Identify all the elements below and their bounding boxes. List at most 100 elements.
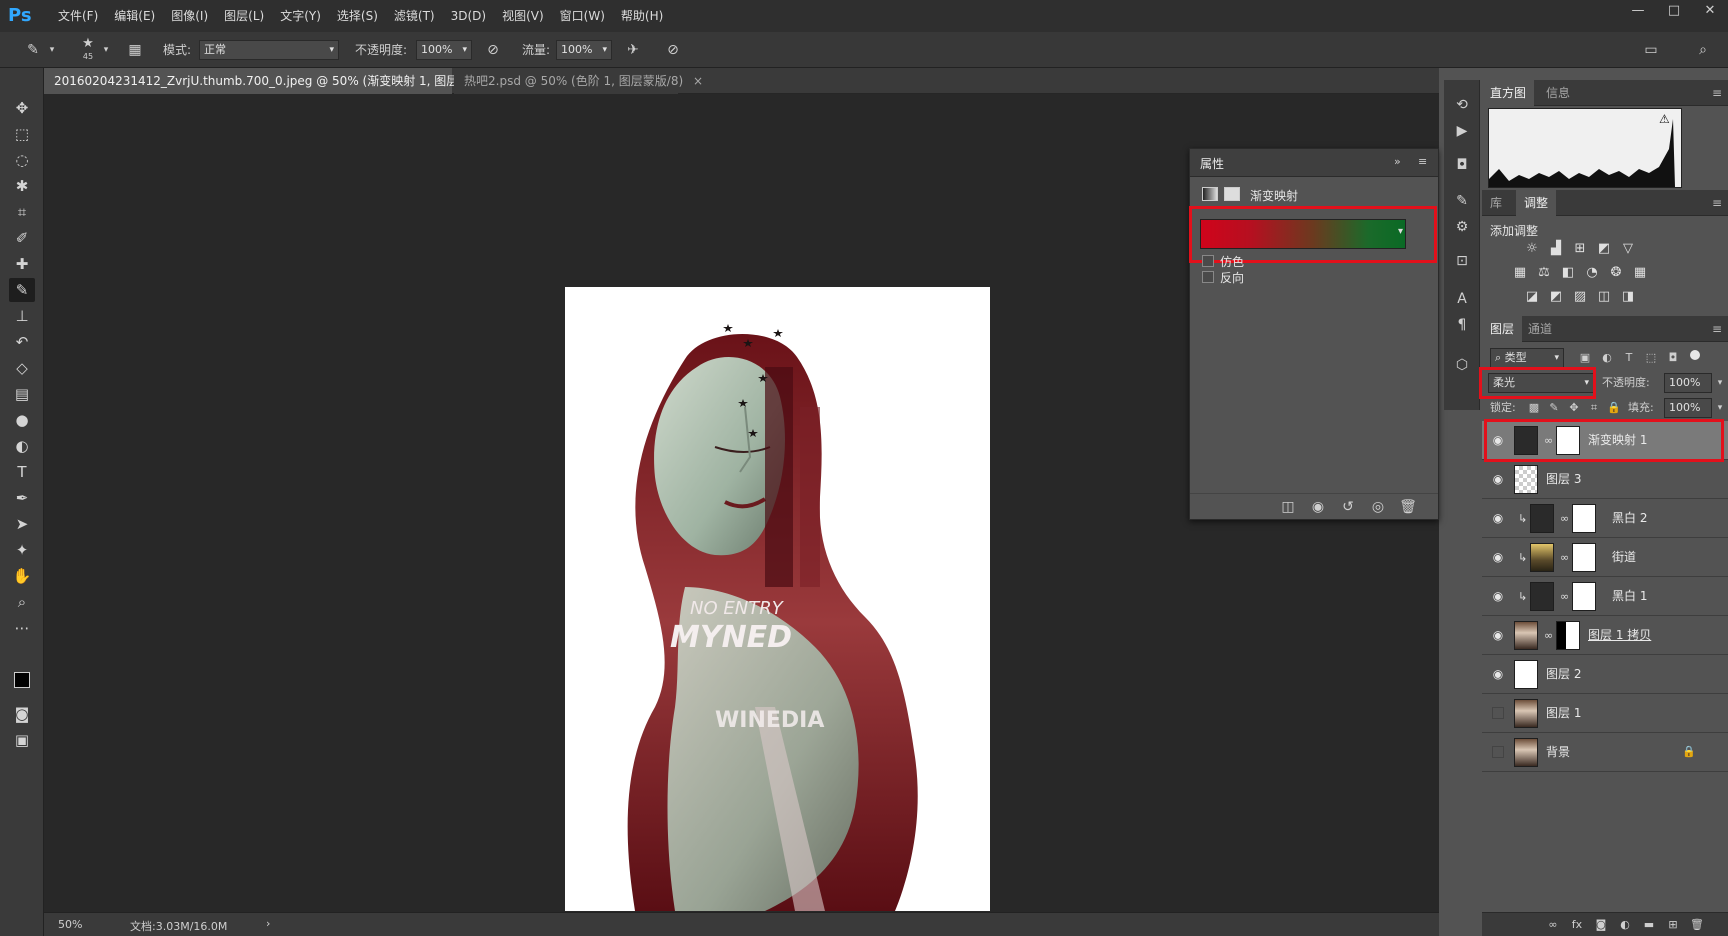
healing-brush-tool-icon[interactable]: ✚: [9, 252, 35, 276]
eye-hidden-icon[interactable]: [1492, 707, 1504, 719]
posterize-icon[interactable]: ◩: [1546, 288, 1566, 306]
dodge-tool-icon[interactable]: ◐: [9, 434, 35, 458]
airbrush-icon[interactable]: ✈: [622, 40, 644, 60]
chevron-down-icon[interactable]: ▾: [46, 40, 58, 60]
vibrance-icon[interactable]: ▽: [1618, 240, 1638, 258]
close-window-button[interactable]: ✕: [1692, 0, 1728, 24]
brightness-icon[interactable]: ☼: [1522, 240, 1542, 258]
trash-icon[interactable]: 🗑: [1398, 497, 1418, 517]
dither-checkbox[interactable]: [1202, 255, 1214, 267]
tab-layers[interactable]: 图层: [1482, 316, 1523, 342]
brush-panel-toggle-icon[interactable]: ▦: [124, 40, 146, 60]
brush-panel-icon[interactable]: ✎: [1450, 190, 1474, 212]
layer-filter-select[interactable]: ⌕ 类型 ▾: [1490, 348, 1564, 368]
eraser-tool-icon[interactable]: ◇: [9, 356, 35, 380]
3d-icon[interactable]: ⬡: [1450, 354, 1474, 376]
eye-hidden-icon[interactable]: [1492, 746, 1504, 758]
brush-presets-icon[interactable]: ⚙: [1450, 216, 1474, 238]
new-layer-icon[interactable]: ⊞: [1664, 915, 1682, 935]
minimize-button[interactable]: —: [1620, 0, 1656, 24]
text-tool-icon[interactable]: T: [9, 460, 35, 484]
layer-name[interactable]: 图层 1 拷贝: [1588, 616, 1651, 655]
levels-icon[interactable]: ▟: [1546, 240, 1566, 258]
eye-icon[interactable]: ◉: [1490, 667, 1506, 681]
chevron-down-icon[interactable]: ▾: [100, 40, 112, 60]
mask-thumbnail[interactable]: [1572, 543, 1596, 572]
opacity-input[interactable]: 100% ▾: [416, 40, 472, 60]
tab-histogram[interactable]: 直方图: [1482, 80, 1535, 106]
eye-icon[interactable]: ◉: [1490, 550, 1506, 564]
tab-channels[interactable]: 通道: [1520, 316, 1560, 342]
tab-document-2[interactable]: 热吧2.psd @ 50% (色阶 1, 图层蒙版/8) ×: [454, 68, 703, 94]
clip-to-layer-icon[interactable]: ◫: [1278, 497, 1298, 517]
reset-icon[interactable]: ↺: [1338, 497, 1358, 517]
layer-row[interactable]: 背景 🔒: [1482, 733, 1728, 772]
black-white-icon[interactable]: ◧: [1558, 264, 1578, 282]
layer-row[interactable]: ◉ ∞ 图层 1 拷贝: [1482, 616, 1728, 655]
menu-view[interactable]: 视图(V): [494, 0, 552, 32]
menu-3d[interactable]: 3D(D): [443, 0, 494, 32]
lock-transparent-icon[interactable]: ▩: [1526, 398, 1542, 418]
actions-icon[interactable]: ▶: [1450, 120, 1474, 142]
menu-filter[interactable]: 滤镜(T): [386, 0, 443, 32]
layer-name[interactable]: 图层 2: [1546, 655, 1581, 694]
hue-saturation-icon[interactable]: ▦: [1510, 264, 1530, 282]
properties-icon[interactable]: ◘: [1450, 154, 1474, 176]
history-icon[interactable]: ⟲: [1450, 94, 1474, 116]
document-canvas[interactable]: NO ENTRY MYNED WINEDIA: [565, 287, 990, 911]
collapse-icon[interactable]: »: [1394, 155, 1401, 168]
shape-tool-icon[interactable]: ✦: [9, 538, 35, 562]
mask-thumbnail[interactable]: [1572, 504, 1596, 533]
tab-adjustments[interactable]: 调整: [1516, 190, 1557, 216]
layer-row[interactable]: ◉ ↳ ∞ 街道: [1482, 538, 1728, 577]
lock-move-icon[interactable]: ✥: [1566, 398, 1582, 418]
channel-mixer-icon[interactable]: ❂: [1606, 264, 1626, 282]
layer-opacity-input[interactable]: 100%: [1664, 373, 1712, 393]
eyedropper-tool-icon[interactable]: ✐: [9, 226, 35, 250]
brush-tool-icon[interactable]: ✎: [9, 278, 35, 302]
link-icon[interactable]: ∞: [1560, 538, 1569, 577]
mask-thumbnail[interactable]: [1556, 621, 1580, 650]
tab-document-1[interactable]: 20160204231412_ZvrjU.thumb.700_0.jpeg @ …: [44, 68, 528, 94]
gradient-map-adj-icon[interactable]: ◫: [1594, 288, 1614, 306]
more-tools-icon[interactable]: ⋯: [9, 616, 35, 640]
pressure-opacity-icon[interactable]: ⊘: [482, 40, 504, 60]
tab-libraries[interactable]: 库: [1482, 190, 1510, 216]
move-tool-icon[interactable]: ✥: [9, 96, 35, 120]
eye-icon[interactable]: ◉: [1490, 511, 1506, 525]
panel-menu-icon[interactable]: ≡: [1418, 155, 1427, 168]
link-icon[interactable]: ∞: [1560, 577, 1569, 616]
selective-color-icon[interactable]: ◨: [1618, 288, 1638, 306]
mask-thumbnail[interactable]: [1572, 582, 1596, 611]
marquee-tool-icon[interactable]: ⬚: [9, 122, 35, 146]
panel-menu-icon[interactable]: ≡: [1712, 316, 1722, 342]
layer-name[interactable]: 图层 3: [1546, 460, 1581, 499]
foreground-color-swatch[interactable]: [14, 672, 30, 688]
trash-icon[interactable]: 🗑: [1688, 915, 1706, 935]
layer-name[interactable]: 街道: [1612, 538, 1636, 577]
color-lookup-icon[interactable]: ▦: [1630, 264, 1650, 282]
zoom-level[interactable]: 50%: [58, 918, 82, 931]
filter-shape-icon[interactable]: ⬚: [1642, 348, 1660, 368]
menu-type[interactable]: 文字(Y): [272, 0, 329, 32]
status-arrow-icon[interactable]: ›: [266, 917, 270, 930]
visibility-icon[interactable]: ◎: [1368, 497, 1388, 517]
menu-image[interactable]: 图像(I): [163, 0, 216, 32]
quick-mask-icon[interactable]: ◙: [9, 702, 35, 726]
clone-source-icon[interactable]: ⊡: [1450, 250, 1474, 272]
new-group-icon[interactable]: ▬: [1640, 915, 1658, 935]
history-brush-tool-icon[interactable]: ↶: [9, 330, 35, 354]
layer-row[interactable]: ◉ 图层 3: [1482, 460, 1728, 499]
pressure-size-icon[interactable]: ⊘: [662, 40, 684, 60]
menu-file[interactable]: 文件(F): [50, 0, 106, 32]
character-icon[interactable]: A: [1450, 288, 1474, 310]
filter-pixel-icon[interactable]: ▣: [1576, 348, 1594, 368]
menu-select[interactable]: 选择(S): [329, 0, 386, 32]
paragraph-icon[interactable]: ¶: [1450, 314, 1474, 336]
new-adjustment-icon[interactable]: ◐: [1616, 915, 1634, 935]
mode-select[interactable]: 正常 ▾: [199, 40, 339, 60]
mask-icon[interactable]: [1224, 187, 1240, 201]
close-icon[interactable]: ×: [693, 74, 703, 88]
filter-smart-icon[interactable]: ◘: [1664, 348, 1682, 368]
flow-input[interactable]: 100% ▾: [556, 40, 612, 60]
